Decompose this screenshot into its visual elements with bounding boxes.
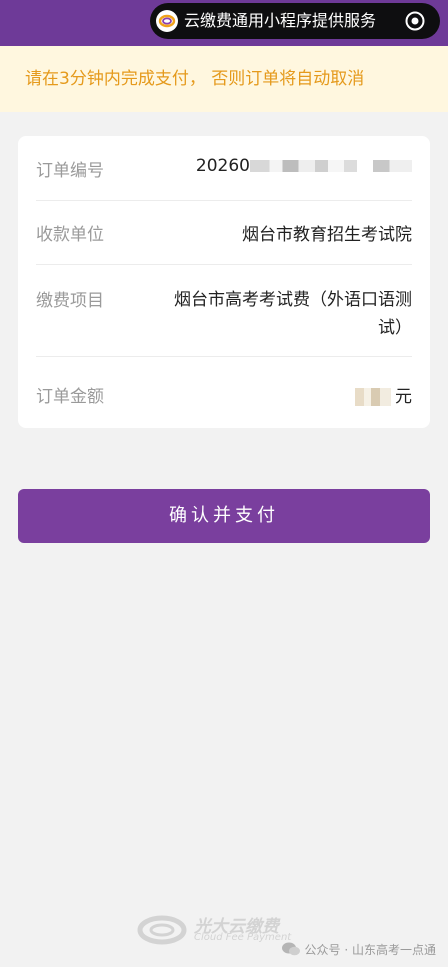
order-number-prefix: 20260 [195, 156, 250, 176]
capsule-text: 云缴费通用小程序提供服务 [184, 11, 377, 30]
mini-program-capsule[interactable]: 云缴费通用小程序提供服务 [150, 3, 440, 39]
wechat-watermark: 公众号 · 山东高考一点通 [281, 940, 436, 958]
order-number-label: 订单编号 [36, 161, 104, 181]
divider [36, 200, 412, 201]
divider [36, 264, 412, 265]
order-number-row: 订单编号 20260 [36, 154, 412, 182]
fee-item-value-line2: 试） [378, 318, 412, 338]
fee-item-row: 缴费项目 烟台市高考考试费（外语口语测 试） [36, 282, 412, 338]
redacted-amount [355, 388, 391, 406]
fee-item-label: 缴费项目 [36, 291, 104, 311]
order-card: 订单编号 20260 收款单位 烟台市教育招生考试院 缴费项目 烟台市高考考试费… [18, 136, 430, 428]
cloudpay-logo-icon [156, 10, 178, 32]
order-number-value: 20260 [196, 156, 412, 176]
amount-row: 订单金额 元 [36, 380, 412, 408]
fee-item-value-line1: 烟台市高考考试费（外语口语测 [174, 290, 412, 310]
payee-value: 烟台市教育招生考试院 [242, 225, 412, 245]
amount-label: 订单金额 [36, 387, 104, 407]
confirm-pay-button[interactable]: 确认并支付 [18, 489, 430, 543]
payment-timeout-notice: 请在3分钟内完成支付， 否则订单将自动取消 [0, 46, 448, 112]
brand-name-en: Cloud Fee Payment [194, 932, 292, 943]
cloud-logo-icon [137, 915, 187, 945]
amount-value: 元 [355, 382, 412, 407]
target-icon[interactable] [404, 10, 426, 32]
watermark-text: 公众号 · 山东高考一点通 [304, 942, 436, 957]
amount-unit: 元 [395, 387, 412, 407]
payee-row: 收款单位 烟台市教育招生考试院 [36, 218, 412, 246]
fee-item-value: 烟台市高考考试费（外语口语测 试） [174, 286, 412, 342]
wechat-icon [281, 942, 300, 956]
divider [36, 356, 412, 357]
payee-label: 收款单位 [36, 225, 104, 245]
redacted-order-number [250, 160, 412, 172]
